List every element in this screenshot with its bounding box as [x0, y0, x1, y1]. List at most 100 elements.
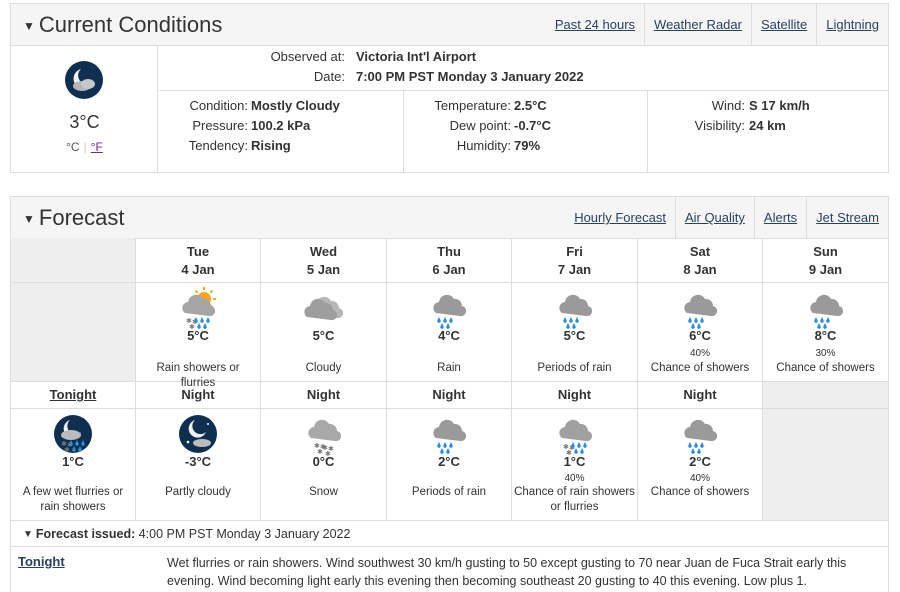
day-date: 6 Jan [432, 262, 466, 277]
hourly-forecast-link[interactable]: Hourly Forecast [565, 197, 675, 238]
day-header-tue: Tue 4 Jan [136, 238, 261, 283]
day-forecast-cell[interactable]: 8°C 30% Chance of showers [763, 283, 889, 382]
past-24-hours-link[interactable]: Past 24 hours [546, 4, 644, 45]
cloud-icon [302, 287, 346, 334]
night-header: Night [387, 382, 512, 409]
night-forecast-cell[interactable]: ✱✱✱1°C A few wet flurries or rain showers [11, 409, 136, 521]
night-temperature: 1°C [563, 454, 586, 469]
wind-value: S 17 km/h [749, 98, 810, 113]
night-header: Night [136, 382, 261, 409]
day-summary: Chance of showers [776, 362, 875, 374]
dewpoint-value: -0.7°C [514, 118, 551, 133]
humidity-value: 79% [514, 138, 541, 153]
weather-radar-link[interactable]: Weather Radar [644, 4, 751, 45]
day-name: Sat [689, 244, 711, 259]
forecast-issued-label: Forecast issued: [35, 527, 136, 541]
night-forecast-cell[interactable]: ✱ ✱ ✱ 1°C 40% Chance of rain showers or flurr… [512, 409, 638, 521]
details-col-1: Condition: Mostly Cloudy Pressure: 100.2 k… [159, 91, 403, 173]
condition-row: Condition: Mostly Cloudy [159, 98, 403, 118]
night-temperature: -3°C [184, 454, 212, 469]
night-pop: 40% [689, 473, 710, 484]
wind-label: Wind: [711, 98, 745, 113]
current-conditions-header: ▼ Current Conditions Past 24 hours Weathe… [11, 4, 888, 46]
jet-stream-link[interactable]: Jet Stream [806, 197, 888, 238]
current-summary: 3°C °C | °F [11, 46, 158, 173]
date-label: Date: [313, 69, 345, 84]
night-label: Night [306, 387, 341, 402]
day-date: 4 Jan [181, 262, 215, 277]
tendency-row: Tendency: Rising [159, 138, 403, 158]
day-temperature: 4°C [438, 328, 460, 343]
night-forecast-cell[interactable]: -3°C Partly cloudy [136, 409, 261, 521]
observed-at-value: Victoria Int'l Airport [356, 49, 477, 64]
current-conditions-title[interactable]: ▼ Current Conditions [23, 12, 222, 38]
empty-cell [11, 283, 136, 382]
forecast-title[interactable]: ▼ Forecast [23, 205, 124, 231]
night-temperature: 1°C [62, 454, 84, 469]
night-forecast-cell[interactable]: ✱ ✱ ✱ ✱ ✱ ✱ 0°C Snow [261, 409, 387, 521]
day-forecast-cell[interactable]: 5°C Periods of rain [512, 283, 638, 382]
date-row: Date: 7:00 PM PST Monday 3 January 2022 [159, 69, 888, 89]
forecast-panel: ▼ Forecast Hourly Forecast Air Quality Al… [10, 196, 889, 592]
night-temperature: 0°C [312, 454, 335, 469]
day-name: Sun [813, 244, 838, 259]
night-label: Night [432, 387, 466, 402]
cloud-rain-icon [427, 287, 471, 334]
night-header: Night [638, 382, 763, 409]
night-label: Night [181, 387, 215, 402]
visibility-value: 24 km [749, 118, 786, 133]
day-summary: Periods of rain [537, 362, 612, 374]
night-label: Night [683, 387, 717, 402]
day-forecast-cell[interactable]: 6°C 40% Chance of showers [638, 283, 763, 382]
fahrenheit-link[interactable]: °F [91, 140, 103, 154]
day-forecast-cell[interactable]: ✱✱✱5°CRain showers or flurries [136, 283, 261, 389]
night-forecast-cell[interactable]: 2°C Periods of rain [387, 409, 512, 521]
celsius-unit: °C [66, 140, 80, 154]
empty-cell [11, 238, 136, 283]
day-date: 9 Jan [808, 262, 843, 277]
pressure-value: 100.2 kPa [251, 118, 311, 133]
temperature-row: Temperature: 2.5°C [404, 98, 647, 118]
night-forecast-cell[interactable]: 2°C 40% Chance of showers [638, 409, 763, 521]
sun-cloud-rain-snow-icon: ✱✱✱ [176, 287, 220, 334]
day-forecast-cell[interactable]: 5°C Cloudy [261, 283, 387, 382]
air-quality-link[interactable]: Air Quality [674, 197, 754, 238]
lightning-link[interactable]: Lightning [816, 4, 888, 45]
visibility-row: Visibility: 24 km [648, 118, 888, 138]
temperature-label: Temperature: [434, 98, 511, 113]
forecast-issued[interactable]: ▼ Forecast issued: 4:00 PM PST Monday 3 J… [23, 527, 350, 541]
details-col-3: Wind: S 17 km/h Visibility: 24 km [647, 91, 888, 173]
caret-down-icon: ▼ [23, 529, 33, 541]
day-forecast-cell[interactable]: 4°C Rain [387, 283, 512, 382]
day-summary: Chance of showers [650, 362, 750, 374]
night-pop: 40% [564, 473, 585, 484]
current-temperature: 3°C [69, 112, 100, 132]
day-date: 7 Jan [557, 262, 592, 277]
day-name: Wed [309, 244, 338, 259]
humidity-row: Humidity: 79% [404, 138, 647, 158]
night-header: Night [261, 382, 387, 409]
alerts-link[interactable]: Alerts [753, 197, 806, 238]
tonight-detail-link[interactable]: Tonight [18, 554, 65, 569]
forecast-issued-bar: ▼ Forecast issued: 4:00 PM PST Monday 3 J… [11, 521, 888, 547]
day-name: Thu [437, 244, 461, 259]
pressure-label: Pressure: [192, 118, 248, 133]
tonight-link[interactable]: Tonight [11, 387, 135, 402]
day-temperature: 5°C [187, 328, 209, 343]
satellite-link[interactable]: Satellite [750, 4, 816, 45]
night-header[interactable]: Tonight [11, 382, 136, 409]
cloud-rain-icon [553, 287, 597, 334]
current-conditions-title-text: Current Conditions [38, 12, 223, 37]
night-temperature: 2°C [438, 454, 460, 469]
day-header-fri: Fri 7 Jan [512, 238, 638, 283]
night-summary: Chance of rain showers or flurries [514, 486, 635, 513]
day-name: Fri [566, 244, 583, 259]
cloud-rain-icon [678, 287, 722, 334]
day-temperature: 6°C [689, 328, 711, 343]
svg-text:✱: ✱ [64, 446, 70, 454]
day-header-sat: Sat 8 Jan [638, 238, 763, 283]
cloud-rain-icon [427, 412, 471, 459]
forecast-title-text: Forecast [38, 205, 125, 230]
day-header-thu: Thu 6 Jan [387, 238, 512, 283]
night-cloud-rain-snow-icon: ✱✱✱ [51, 412, 95, 459]
